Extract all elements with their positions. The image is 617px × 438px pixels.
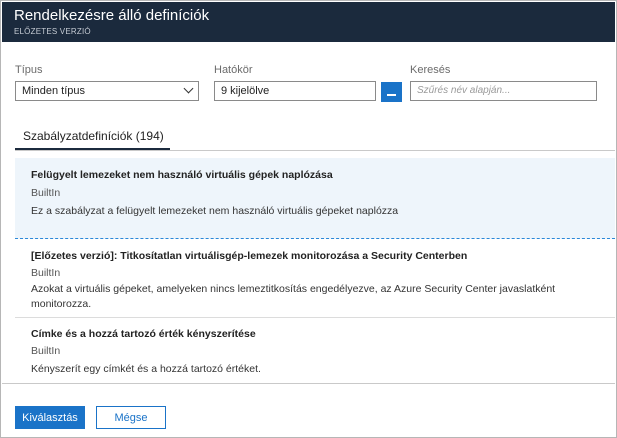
footer-divider xyxy=(2,383,615,384)
search-label: Keresés xyxy=(410,64,451,76)
tab-divider xyxy=(15,150,615,151)
scope-label: Hatókör xyxy=(214,64,253,76)
definition-description: Azokat a virtuális gépeket, amelyeken ni… xyxy=(31,283,556,310)
scope-field-value: 9 kijelölve xyxy=(221,85,270,97)
scope-field[interactable]: 9 kijelölve xyxy=(214,81,376,101)
list-item[interactable]: Címke és a hozzá tartozó érték kényszerí… xyxy=(15,318,615,380)
chevron-down-icon xyxy=(183,83,194,94)
title-bar: Rendelkezésre álló definíciók ELŐZETES V… xyxy=(2,2,615,42)
search-input[interactable]: Szűrés név alapján... xyxy=(410,81,597,101)
ellipsis-icon xyxy=(387,94,396,96)
definition-description: Ez a szabályzat a felügyelt lemezeket ne… xyxy=(31,205,399,217)
list-item[interactable]: Felügyelt lemezeket nem használó virtuál… xyxy=(15,158,615,239)
definition-title: [Előzetes verzió]: Titkosítatlan virtuál… xyxy=(31,250,468,262)
definition-type: BuiltIn xyxy=(31,267,61,279)
type-label: Típus xyxy=(15,64,43,76)
list-item[interactable]: [Előzetes verzió]: Titkosítatlan virtuál… xyxy=(15,239,615,317)
policy-definitions-dialog: Rendelkezésre álló definíciók ELŐZETES V… xyxy=(0,0,617,438)
dialog-title: Rendelkezésre álló definíciók xyxy=(14,7,210,24)
definition-type: BuiltIn xyxy=(31,345,61,357)
definitions-list: Felügyelt lemezeket nem használó virtuál… xyxy=(15,158,615,380)
definition-type: BuiltIn xyxy=(31,187,61,199)
definition-title: Felügyelt lemezeket nem használó virtuál… xyxy=(31,169,333,181)
definition-title: Címke és a hozzá tartozó érték kényszerí… xyxy=(31,328,256,340)
definition-description: Kényszerít egy címkét és a hozzá tartozó… xyxy=(31,363,261,375)
cancel-button[interactable]: Mégse xyxy=(96,406,166,429)
type-dropdown[interactable]: Minden típus xyxy=(15,81,199,101)
dialog-subtitle: ELŐZETES VERZIÓ xyxy=(14,27,91,36)
tab-policy-definitions[interactable]: Szabályzatdefiníciók (194) xyxy=(15,128,170,150)
scope-picker-button[interactable] xyxy=(381,82,402,102)
select-button[interactable]: Kiválasztás xyxy=(15,406,85,429)
type-dropdown-value: Minden típus xyxy=(22,85,85,97)
